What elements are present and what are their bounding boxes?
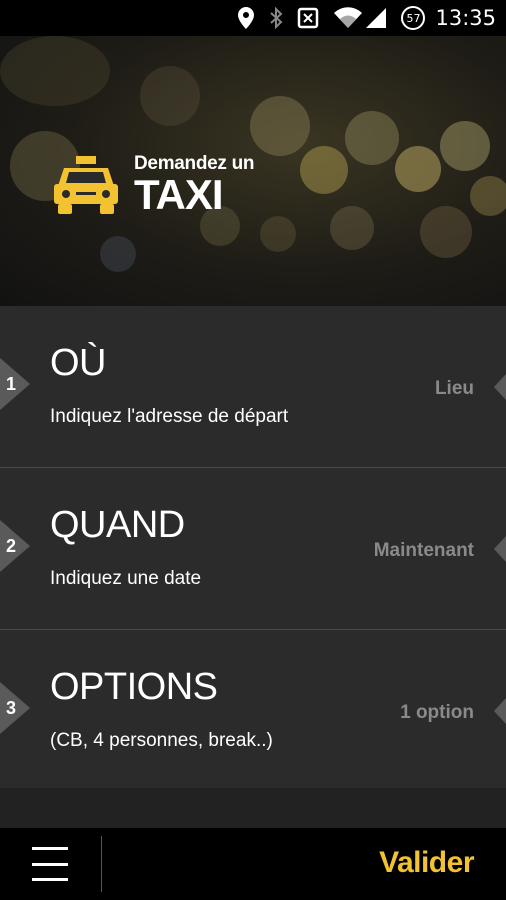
logo-title: TAXI	[134, 171, 224, 218]
taxi-icon	[52, 154, 120, 223]
step-number-badge: 1	[0, 358, 30, 410]
submit-button[interactable]: Valider	[379, 846, 474, 880]
step-value: Lieu	[434, 378, 474, 399]
status-bar: 57 13:35	[0, 0, 506, 36]
step-subtitle: Indiquez l'adresse de départ	[50, 406, 289, 427]
app-logo: Demandez un TAXI	[52, 154, 255, 223]
location-icon	[237, 6, 255, 30]
step-value: Maintenant	[373, 540, 474, 561]
header-banner: Demandez un TAXI	[0, 36, 506, 306]
wifi-icon	[333, 7, 363, 29]
signal-icon	[365, 7, 387, 29]
chevron-left-icon	[494, 374, 506, 400]
step-value: 1 option	[400, 702, 474, 723]
chevron-left-icon	[494, 536, 506, 562]
step-where[interactable]: 1 OÙ Indiquez l'adresse de départ Lieu	[0, 306, 506, 468]
step-when[interactable]: 2 QUAND Indiquez une date Maintenant	[0, 468, 506, 630]
hamburger-menu-icon[interactable]	[28, 844, 72, 884]
step-subtitle: (CB, 4 personnes, break..)	[50, 730, 273, 751]
step-number-badge: 3	[0, 682, 30, 734]
content-spacer	[0, 788, 506, 828]
nfc-icon	[297, 7, 319, 29]
step-options[interactable]: 3 OPTIONS (CB, 4 personnes, break..) 1 o…	[0, 630, 506, 790]
battery-icon: 57	[401, 6, 426, 30]
divider	[101, 836, 102, 892]
step-title: OPTIONS	[50, 666, 218, 708]
step-subtitle: Indiquez une date	[50, 568, 202, 589]
status-time: 13:35	[435, 6, 496, 30]
bottom-bar: Valider	[0, 828, 506, 900]
bluetooth-icon	[269, 7, 283, 29]
booking-steps: 1 OÙ Indiquez l'adresse de départ Lieu 2…	[0, 306, 506, 790]
chevron-left-icon	[494, 698, 506, 724]
step-number-badge: 2	[0, 520, 30, 572]
step-title: OÙ	[50, 342, 107, 384]
step-title: QUAND	[50, 504, 185, 546]
battery-level: 57	[401, 6, 426, 30]
